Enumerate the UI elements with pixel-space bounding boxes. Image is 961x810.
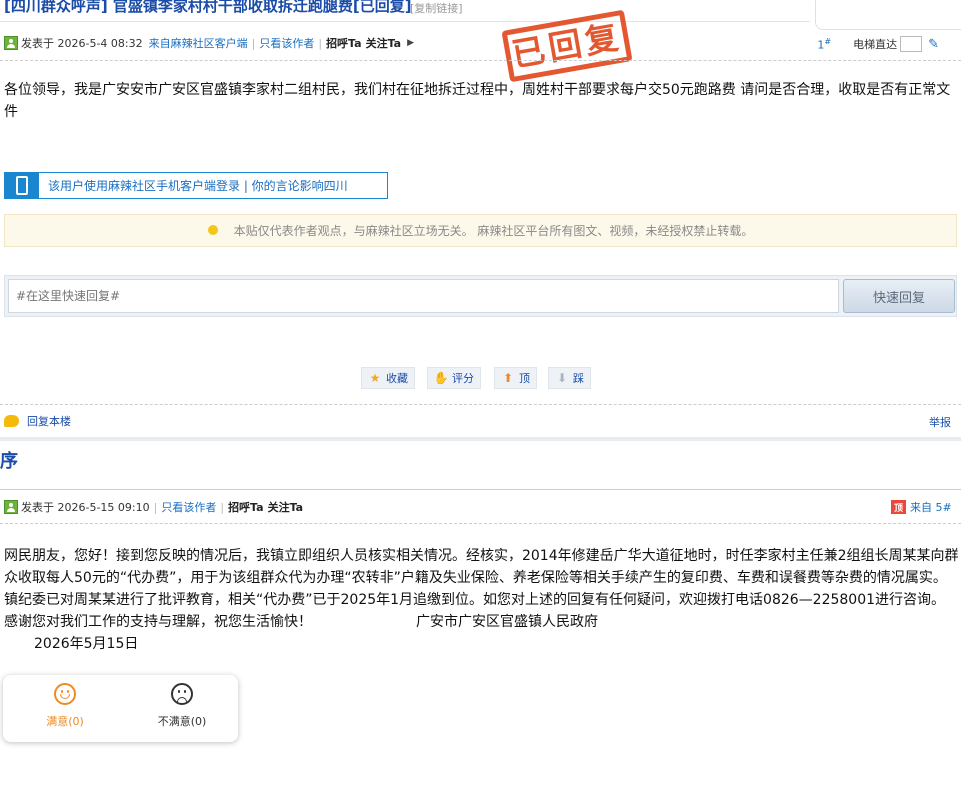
client-banner[interactable]: 该用户使用麻辣社区手机客户端登录 | 你的言论影响四川 (4, 172, 388, 199)
divider (0, 489, 961, 490)
separator: | (153, 500, 158, 514)
jump-label: 电梯直达 (853, 38, 898, 51)
jump-floor-input[interactable] (900, 36, 923, 52)
follow-link[interactable]: 关注Ta (366, 35, 402, 51)
greet-link[interactable]: 招呼Ta (228, 499, 264, 515)
favorite-button[interactable]: ★ 收藏 (361, 367, 415, 389)
client-banner-text: 该用户使用麻辣社区手机客户端登录 | 你的言论影响四川 (48, 179, 348, 193)
greet-link[interactable]: 招呼Ta (326, 35, 362, 51)
disclaimer-notice: 本贴仅代表作者观点，与麻辣社区立场无关。 麻辣社区平台所有图文、视频，未经授权禁… (4, 214, 957, 247)
reply-floor-link[interactable]: 回复本楼 (4, 413, 71, 429)
smile-icon (54, 683, 76, 705)
quick-reply-bar: 快速回复 (4, 275, 957, 317)
phone-icon (5, 172, 39, 199)
post-meta: 发表于 2026-5-4 08:32 来自麻辣社区客户端 | 只看该作者 | 招… (4, 35, 414, 51)
lightbulb-icon (207, 224, 218, 235)
separator: | (220, 500, 225, 514)
reply-time: 发表于 2026-5-15 09:10 (21, 501, 150, 514)
arrow-down-icon: ⬇ (556, 371, 568, 385)
reply-floor-info: 顶 来自 5# (891, 499, 952, 515)
speech-bubble-icon (4, 415, 19, 427)
report-link[interactable]: 举报 (929, 414, 951, 430)
thumb-icon: ✋ (433, 371, 449, 385)
user-online-icon (4, 500, 18, 514)
user-online-icon (4, 36, 18, 50)
reply-floor-number[interactable]: 来自 5# (910, 499, 952, 515)
copy-link[interactable]: [复制链接] (410, 0, 463, 16)
post-separator (0, 437, 961, 441)
official-date: 2026年5月15日 (34, 636, 139, 652)
separator: | (318, 36, 323, 50)
quick-reply-button[interactable]: 快速回复 (843, 279, 955, 313)
star-icon: ★ (369, 371, 381, 385)
frown-icon (171, 683, 193, 705)
thread-title[interactable]: [四川群众呼声] 官盛镇李家村村干部收取拆迁跑腿费[已回复] (4, 0, 412, 16)
official-signature: 广安市广安区官盛镇人民政府 (416, 614, 598, 630)
pen-icon[interactable]: ✎ (928, 37, 939, 52)
satisfaction-panel: 满意(0) 不满意(0) (3, 675, 238, 742)
client-source-link[interactable]: 来自麻辣社区客户端 (149, 35, 248, 51)
divider (0, 60, 961, 61)
disclaimer-text: 本贴仅代表作者观点，与麻辣社区立场无关。 麻辣社区平台所有图文、视频，未经授权禁… (233, 224, 754, 238)
upvote-button[interactable]: ⬆ 顶 (494, 367, 537, 389)
top-badge-icon: 顶 (891, 500, 906, 514)
divider (0, 404, 961, 405)
satisfied-button[interactable]: 满意(0) (25, 683, 105, 729)
thread-title-bar: [四川群众呼声] 官盛镇李家村村干部收取拆迁跑腿费[已回复] [复制链接] (0, 0, 810, 22)
downvote-button[interactable]: ⬇ 踩 (548, 367, 591, 389)
only-author-link[interactable]: 只看该作者 (161, 499, 216, 515)
section-title: 序 (0, 451, 18, 472)
separator: | (251, 36, 256, 50)
post-time: 发表于 2026-5-4 08:32 (21, 37, 143, 50)
unsatisfied-button[interactable]: 不满意(0) (142, 683, 222, 729)
sidebar-panel-edge (815, 0, 961, 30)
post-actions: ★ 收藏 ✋ 评分 ⬆ 顶 ⬇ 踩 (0, 367, 961, 389)
only-author-link[interactable]: 只看该作者 (259, 35, 314, 51)
official-reply: 网民朋友，您好！接到您反映的情况后，我镇立即组织人员核实相关情况。经核实，201… (4, 545, 959, 655)
arrow-up-icon: ⬆ (502, 371, 514, 385)
follow-link[interactable]: 关注Ta (268, 499, 304, 515)
play-arrow-icon[interactable]: ▶ (407, 38, 414, 48)
reply-meta: 发表于 2026-5-15 09:10 | 只看该作者 | 招呼Ta 关注Ta (4, 499, 303, 515)
divider (0, 523, 961, 524)
post-content: 各位领导，我是广安安市广安区官盛镇李家村二组村民，我们村在征地拆迁过程中，周姓村… (4, 82, 951, 120)
floor-number[interactable]: 1# (817, 37, 831, 52)
quick-reply-input[interactable] (8, 279, 839, 313)
rate-button[interactable]: ✋ 评分 (427, 367, 481, 389)
floor-jump: 1# 电梯直达 ✎ (817, 36, 939, 52)
